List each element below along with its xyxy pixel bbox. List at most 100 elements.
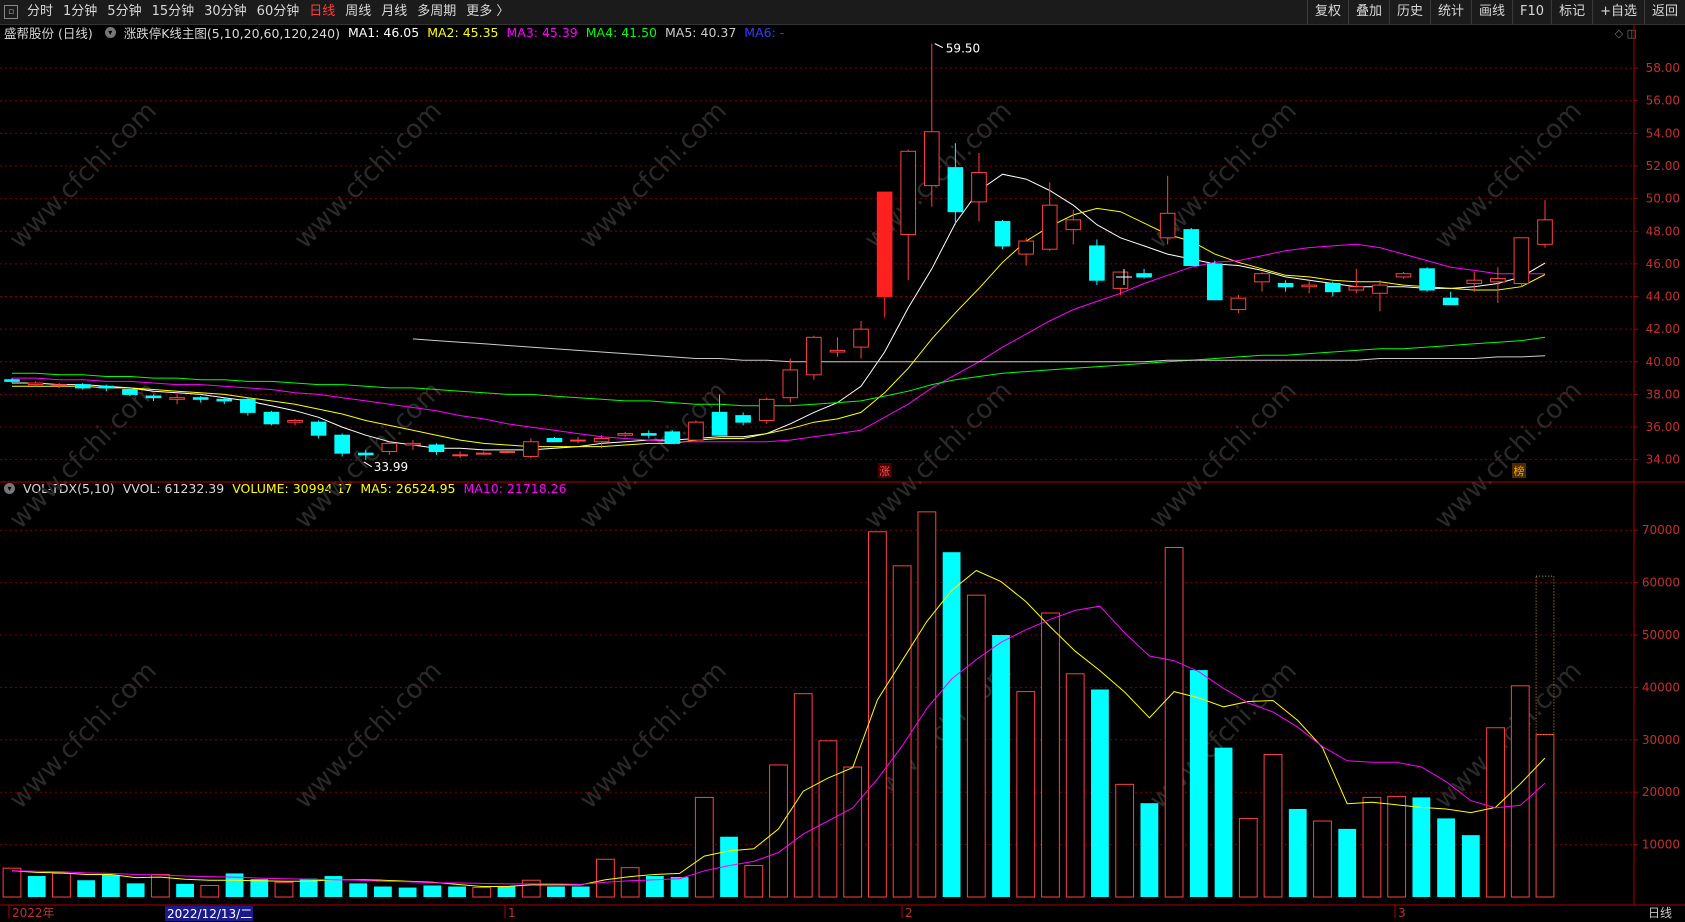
ma-line-ma5 <box>412 338 1546 363</box>
volume-bar <box>1016 691 1036 898</box>
price-tick-label: 54.00 <box>1646 126 1680 140</box>
price-tick-label: 50.00 <box>1646 192 1680 206</box>
volume-bar <box>398 887 417 897</box>
candle-body <box>1419 268 1435 291</box>
volume-bar <box>77 880 96 897</box>
watermark-text: www.cfchi.com <box>1429 96 1588 255</box>
cursor-date-label: 2022/12/13/二 <box>167 907 252 921</box>
candle-body <box>546 437 563 443</box>
candle-body <box>617 433 634 436</box>
candle-body <box>900 150 917 236</box>
volume-tick-label: 30000 <box>1642 733 1680 747</box>
volume-bar <box>942 552 961 897</box>
watermark-text: www.cfchi.com <box>4 656 163 815</box>
time-label: 1 <box>508 906 516 920</box>
volume-tick-label: 70000 <box>1642 523 1680 537</box>
candle-body <box>1183 229 1200 267</box>
volume-bar <box>2 867 22 898</box>
candle-body <box>664 431 681 444</box>
candle-body <box>4 379 20 382</box>
volume-bar <box>793 693 813 898</box>
volume-bar <box>200 884 220 898</box>
candle-body <box>947 167 964 213</box>
candle-body <box>1230 297 1247 311</box>
volume-bar <box>102 874 120 897</box>
volume-bar <box>250 879 269 897</box>
price-tick-label: 56.00 <box>1646 94 1680 108</box>
volume-bar <box>1238 817 1258 898</box>
watermark-text: www.cfchi.com <box>1144 376 1303 535</box>
candle-body <box>51 384 67 387</box>
volume-tick-label: 50000 <box>1642 628 1680 642</box>
low-price-label: 33.99 <box>374 460 408 474</box>
candle-body <box>192 397 209 400</box>
volume-tick-label: 40000 <box>1642 680 1680 694</box>
volume-bar <box>52 872 71 898</box>
volume-bar <box>892 565 912 898</box>
price-tick-label: 48.00 <box>1646 224 1680 238</box>
volume-bar <box>620 867 640 898</box>
volume-bar <box>1510 685 1530 898</box>
price-tick-label: 34.00 <box>1646 453 1680 467</box>
kline-chart[interactable]: www.cfchi.com www.cfchi.com www.cfchi.com w… <box>0 0 1685 922</box>
candle-body <box>1041 204 1058 250</box>
watermark-text: www.cfchi.com <box>574 376 733 535</box>
candle-body <box>499 451 516 454</box>
volume-bar <box>571 886 590 897</box>
candle-body <box>1065 219 1082 231</box>
candle-body <box>334 434 350 454</box>
watermark-text: www.cfchi.com <box>574 656 733 815</box>
volume-bar <box>126 883 145 897</box>
candle-body <box>1466 279 1483 284</box>
candle-body <box>923 131 940 187</box>
price-tick-label: 58.00 <box>1646 61 1680 75</box>
candle-body <box>1395 273 1412 278</box>
volume-bar <box>1115 783 1135 898</box>
volume-bar <box>349 883 368 897</box>
candle-body <box>1112 271 1129 289</box>
candle-body <box>570 439 586 442</box>
candle-body <box>98 385 115 389</box>
volume-bar <box>843 766 863 898</box>
candle-body <box>452 454 468 457</box>
time-label: 2 <box>905 906 913 920</box>
candle-body <box>1301 284 1317 288</box>
candle-body <box>310 421 327 436</box>
candle-body <box>593 437 610 443</box>
volume-bar <box>1189 670 1208 897</box>
volume-bar <box>1437 818 1455 897</box>
volume-bar <box>596 858 615 898</box>
watermark-text: www.cfchi.com <box>859 376 1018 535</box>
candle-body <box>1372 284 1388 294</box>
high-marker-arrow <box>934 43 944 49</box>
watermark-text: www.cfchi.com <box>1429 656 1588 815</box>
volume-bar <box>448 886 466 897</box>
time-label: 2022年 <box>12 906 55 920</box>
volume-bar <box>472 887 492 898</box>
candle-body <box>735 415 751 423</box>
volume-tick-label: 20000 <box>1642 785 1680 799</box>
volume-bar <box>868 531 887 898</box>
volume-bar <box>1164 546 1184 898</box>
volume-bar <box>818 740 838 898</box>
volume-bar <box>423 885 442 897</box>
candle-body <box>994 220 1011 247</box>
watermark-text: www.cfchi.com <box>289 376 448 535</box>
volume-bar <box>497 885 516 897</box>
volume-bar <box>1338 828 1357 897</box>
candle-body <box>240 398 256 413</box>
volume-bar <box>1486 727 1505 898</box>
candle-body <box>1254 273 1270 283</box>
candle-body <box>1348 286 1365 291</box>
candle-body <box>287 420 303 423</box>
ma-line-ma4 <box>12 336 1546 407</box>
candle-body <box>357 452 374 456</box>
candle-body <box>971 172 987 203</box>
volume-bar <box>1214 747 1233 897</box>
watermark-text: www.cfchi.com <box>1429 376 1588 535</box>
watermark-text: www.cfchi.com <box>289 656 448 815</box>
candle-body <box>1490 278 1506 283</box>
price-tick-label: 40.00 <box>1646 355 1680 369</box>
volume-bar <box>769 764 788 898</box>
candle-body <box>640 433 657 436</box>
